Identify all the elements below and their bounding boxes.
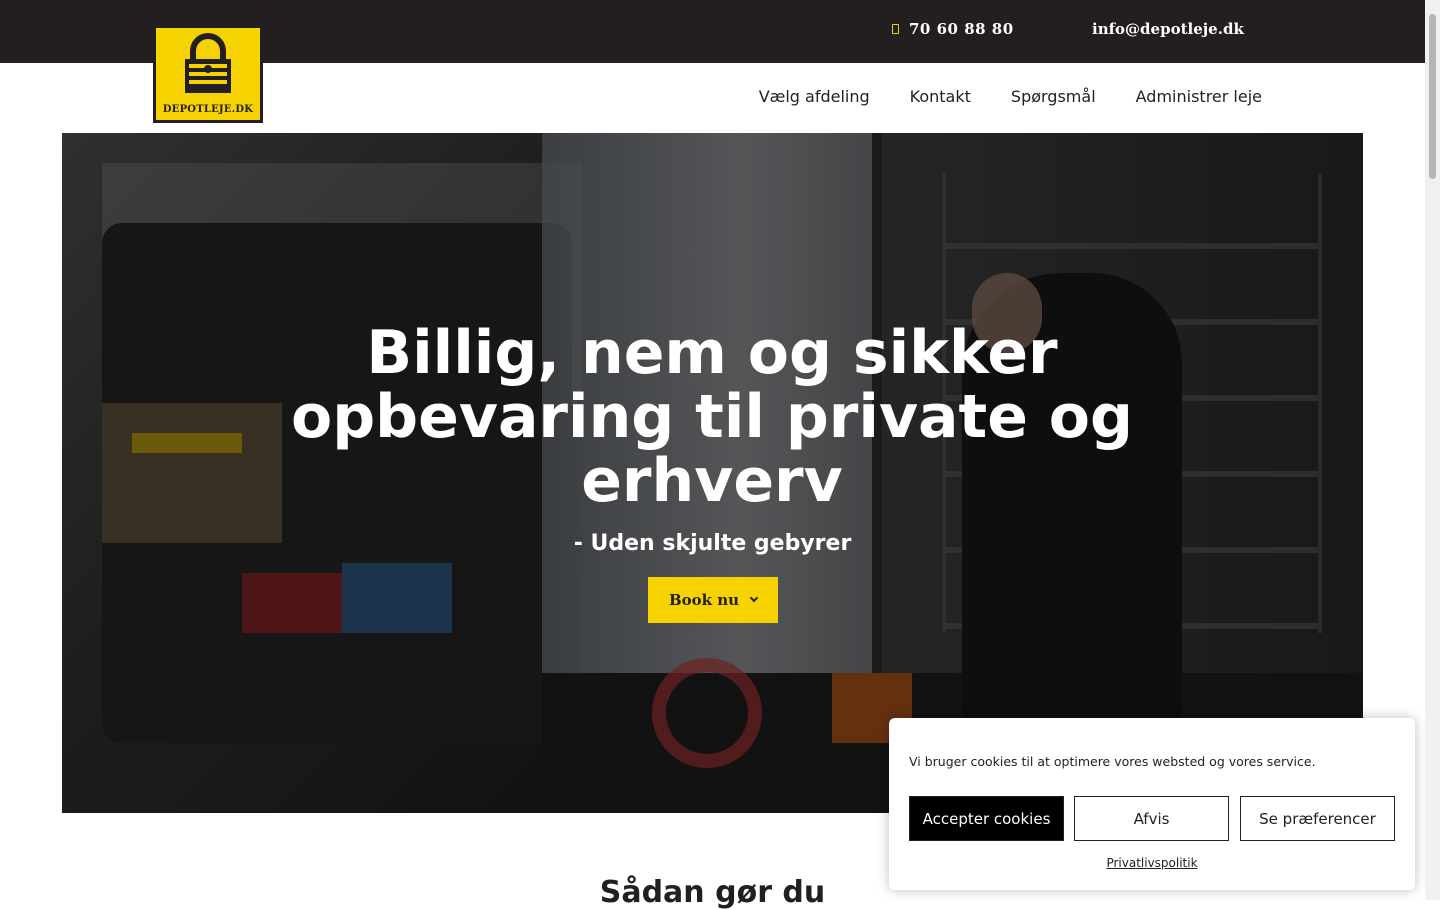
main-nav: Vælg afdeling Kontakt Spørgsmål Administ… [759,87,1262,106]
phone-icon [892,24,899,34]
hero-subtitle: - Uden skjulte gebyrer [573,531,852,556]
cookie-message: Vi bruger cookies til at optimere vores … [909,754,1316,769]
logo-text: DEPOTLEJE.DK [162,104,254,115]
chevron-down-icon [749,593,759,603]
phone-link[interactable]: 70 60 88 80 [892,20,1014,38]
book-now-label: Book nu [668,591,740,609]
accept-cookies-button[interactable]: Accepter cookies [909,796,1064,841]
page-scrollbar[interactable] [1425,0,1440,900]
nav-item-manage-rental[interactable]: Administrer leje [1136,87,1262,106]
nav-item-choose-department[interactable]: Vælg afdeling [759,87,870,106]
email-link[interactable]: info@depotleje.dk [1092,20,1244,38]
book-now-button[interactable]: Book nu [648,577,778,623]
logo[interactable]: DEPOTLEJE.DK [153,25,263,123]
hero-banner: Billig, nem og sikker opbevaring til pri… [62,133,1363,813]
cookie-banner: Vi bruger cookies til at optimere vores … [889,718,1415,890]
phone-number: 70 60 88 80 [909,20,1014,38]
logo-badge: DEPOTLEJE.DK [156,28,260,120]
privacy-policy-link[interactable]: Privatlivspolitik [889,856,1415,870]
nav-item-questions[interactable]: Spørgsmål [1011,87,1096,106]
hero-title: Billig, nem og sikker opbevaring til pri… [291,318,1133,516]
padlock-icon [185,33,231,93]
cookie-preferences-button[interactable]: Se præferencer [1240,796,1395,841]
scrollbar-thumb[interactable] [1429,14,1436,179]
deny-cookies-button[interactable]: Afvis [1074,796,1229,841]
nav-item-contact[interactable]: Kontakt [910,87,971,106]
